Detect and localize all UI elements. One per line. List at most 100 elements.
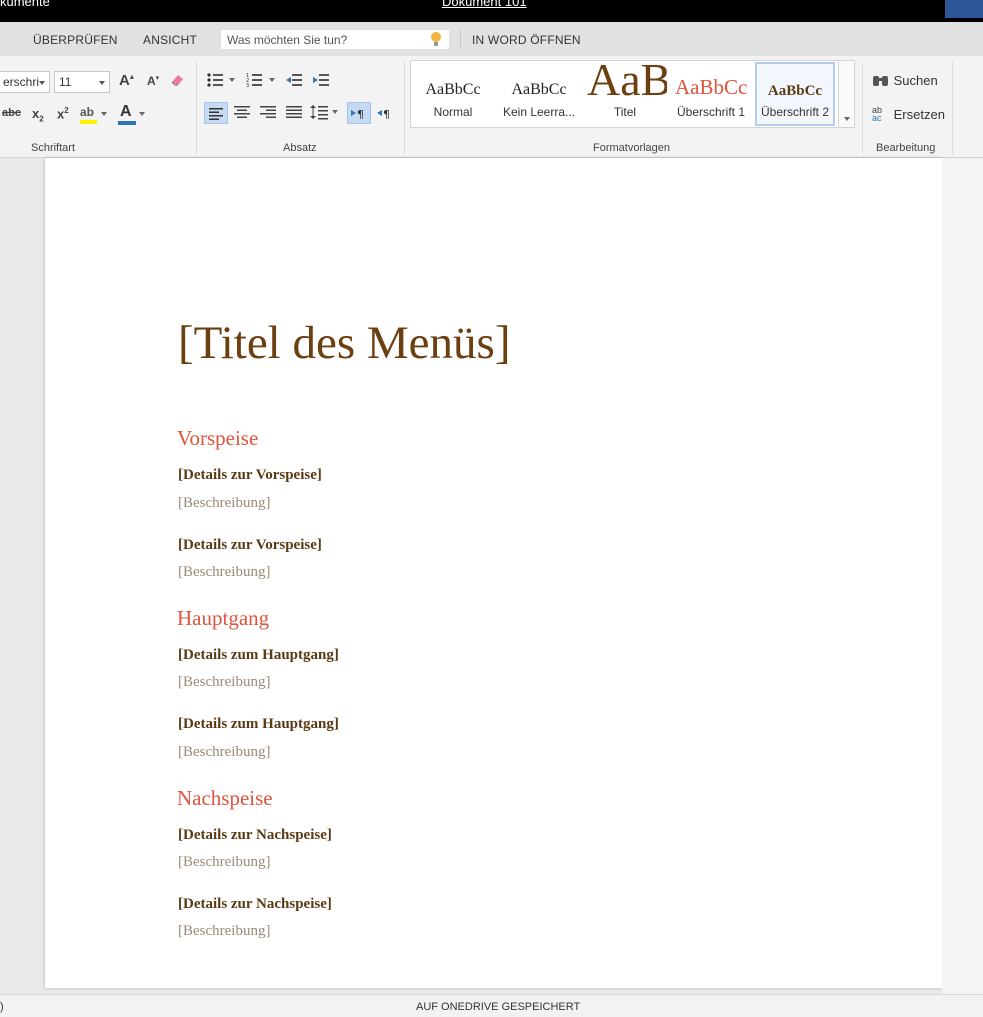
item-description[interactable]: [Beschreibung] xyxy=(178,854,270,871)
style-heading-2[interactable]: AaBbCc Überschrift 2 xyxy=(755,62,835,126)
item-detail[interactable]: [Details zum Hauptgang] xyxy=(178,647,339,664)
ltr-paragraph-icon: ¶ xyxy=(351,108,364,121)
style-title[interactable]: AaB Titel xyxy=(583,61,667,127)
numbering-button[interactable]: 123 xyxy=(246,72,278,89)
item-detail[interactable]: [Details zur Nachspeise] xyxy=(178,896,332,913)
item-description[interactable]: [Beschreibung] xyxy=(178,923,270,940)
clear-formatting-button[interactable] xyxy=(170,72,186,86)
style-sample: AaB xyxy=(587,61,667,105)
justify-button[interactable] xyxy=(285,105,303,119)
section-heading[interactable]: Vorspeise xyxy=(177,426,258,451)
style-name: Titel xyxy=(613,105,637,119)
decrease-indent-button[interactable] xyxy=(285,73,303,87)
font-color-button[interactable]: A xyxy=(118,103,146,125)
grow-font-button[interactable]: A▴ xyxy=(119,72,134,89)
item-detail[interactable]: [Details zur Nachspeise] xyxy=(178,827,332,844)
item-detail[interactable]: [Details zur Vorspeise] xyxy=(178,537,322,554)
svg-text:¶: ¶ xyxy=(383,108,390,121)
superscript-button[interactable]: x2 xyxy=(57,106,69,121)
numbered-list-icon: 123 xyxy=(246,73,275,89)
font-size-combo[interactable]: 11 xyxy=(54,71,110,93)
bullet-list-icon xyxy=(207,73,235,87)
replace-icon: ab ac xyxy=(872,106,890,123)
font-name-value: erschri xyxy=(3,75,40,89)
style-normal[interactable]: AaBbCc Normal xyxy=(411,61,495,127)
style-name: Überschrift 2 xyxy=(760,105,830,119)
font-size-value: 11 xyxy=(59,75,72,89)
tab-view[interactable]: ANSICHT xyxy=(143,33,197,47)
line-spacing-icon xyxy=(310,105,338,120)
strikethrough-button[interactable]: abc xyxy=(2,107,21,119)
style-no-spacing[interactable]: AaBbCc Kein Leerra... xyxy=(497,61,581,127)
subscript-button[interactable]: x2 xyxy=(32,106,44,124)
style-sample: AaBbCc xyxy=(675,75,748,99)
superscript-mark: 2 xyxy=(64,106,69,115)
font-name-combo[interactable]: erschri xyxy=(0,71,50,93)
tell-me-input[interactable]: Was möchten Sie tun? xyxy=(220,29,450,50)
tell-me-placeholder: Was möchten Sie tun? xyxy=(227,33,348,47)
document-page[interactable]: [Titel des Menüs] Vorspeise [Details zur… xyxy=(45,158,942,988)
chevron-down-icon xyxy=(139,112,145,116)
outdent-icon xyxy=(286,74,302,86)
vertical-scrollbar[interactable] xyxy=(942,158,983,994)
chevron-down-icon xyxy=(101,112,107,116)
status-left: ) xyxy=(0,1001,4,1013)
align-right-button[interactable] xyxy=(259,105,277,119)
account-button[interactable] xyxy=(945,0,983,18)
style-sample: AaBbCc xyxy=(511,81,567,98)
grow-font-icon: A xyxy=(119,72,130,89)
item-description[interactable]: [Beschreibung] xyxy=(178,744,270,761)
ribbon-tab-row: ÜBERPRÜFEN ANSICHT Was möchten Sie tun? … xyxy=(0,22,983,56)
group-label-editing: Bearbeitung xyxy=(876,142,936,154)
group-divider xyxy=(196,62,197,154)
replace-icon-bottom: ac xyxy=(872,113,882,123)
highlight-color-button[interactable]: ab xyxy=(80,105,108,125)
align-center-button[interactable] xyxy=(233,105,251,119)
chevron-down-icon xyxy=(844,117,850,121)
align-center-icon xyxy=(234,106,250,118)
style-name: Kein Leerra... xyxy=(502,105,576,119)
open-in-word-button[interactable]: IN WORD ÖFFNEN xyxy=(472,33,581,47)
rtl-paragraph-icon: ¶ xyxy=(377,108,390,121)
item-detail[interactable]: [Details zur Vorspeise] xyxy=(178,467,322,484)
styles-gallery-more-button[interactable] xyxy=(838,60,855,128)
section-heading[interactable]: Hauptgang xyxy=(177,606,269,631)
replace-label: Ersetzen xyxy=(893,107,945,122)
chevron-down-icon xyxy=(99,81,105,85)
ltr-direction-button[interactable]: ¶ xyxy=(347,102,371,124)
title-bar: kumente Dokument 101 xyxy=(0,0,983,22)
justify-icon xyxy=(286,106,302,118)
lightbulb-icon xyxy=(431,32,441,48)
highlight-icon: ab xyxy=(80,105,95,119)
section-heading[interactable]: Nachspeise xyxy=(177,786,273,811)
status-bar: ) AUF ONEDRIVE GESPEICHERT xyxy=(0,994,983,1017)
item-detail[interactable]: [Details zum Hauptgang] xyxy=(178,716,339,733)
breadcrumb-documents[interactable]: kumente xyxy=(0,0,50,9)
shrink-font-button[interactable]: A▾ xyxy=(147,74,159,88)
item-description[interactable]: [Beschreibung] xyxy=(178,495,270,512)
style-name: Überschrift 1 xyxy=(676,105,746,119)
replace-button[interactable]: ab ac Ersetzen xyxy=(872,106,945,123)
font-color-icon: A xyxy=(120,103,132,120)
align-left-button[interactable] xyxy=(204,102,228,124)
font-color-swatch xyxy=(118,121,136,125)
tab-divider xyxy=(460,30,461,48)
document-title[interactable]: [Titel des Menüs] xyxy=(178,316,511,370)
find-button[interactable]: Suchen xyxy=(872,73,938,88)
tab-review[interactable]: ÜBERPRÜFEN xyxy=(33,33,118,47)
style-heading-1[interactable]: AaBbCc Überschrift 1 xyxy=(669,61,753,127)
rtl-direction-button[interactable]: ¶ xyxy=(376,105,396,121)
increase-indent-button[interactable] xyxy=(312,73,330,87)
bullets-button[interactable] xyxy=(207,73,239,87)
item-description[interactable]: [Beschreibung] xyxy=(178,564,270,581)
document-name[interactable]: Dokument 101 xyxy=(442,0,527,9)
group-divider xyxy=(952,62,953,154)
shrink-font-icon: A xyxy=(147,74,156,88)
item-description[interactable]: [Beschreibung] xyxy=(178,674,270,691)
document-canvas[interactable]: [Titel des Menüs] Vorspeise [Details zur… xyxy=(0,158,983,994)
group-label-font: Schriftart xyxy=(31,142,76,154)
save-status: AUF ONEDRIVE GESPEICHERT xyxy=(416,1001,581,1013)
styles-gallery: AaBbCc Normal AaBbCc Kein Leerra... AaB … xyxy=(410,60,855,128)
group-label-paragraph: Absatz xyxy=(283,142,317,154)
line-spacing-button[interactable] xyxy=(310,103,340,121)
